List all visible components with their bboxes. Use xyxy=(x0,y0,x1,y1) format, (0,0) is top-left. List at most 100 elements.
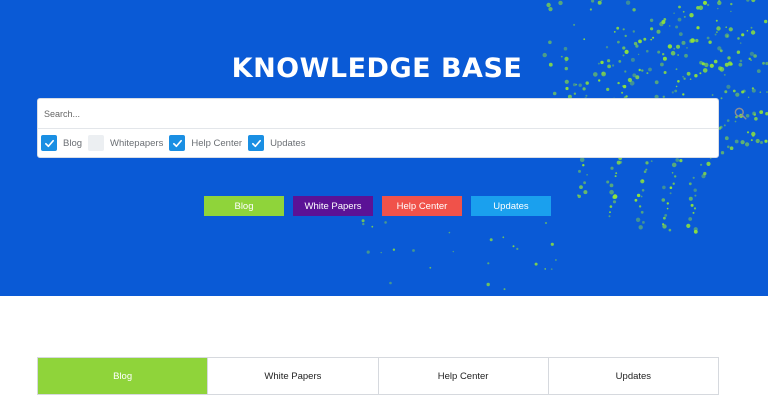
particle-dot xyxy=(563,46,568,51)
particle-dot xyxy=(674,175,677,178)
particle-dot xyxy=(756,69,761,73)
filter-whitepapers[interactable]: Whitepapers xyxy=(88,135,163,151)
particle-dot xyxy=(663,216,666,220)
particle-dot xyxy=(600,0,603,2)
particle-dot xyxy=(717,0,722,6)
particle-dot xyxy=(384,221,387,224)
particle-dot xyxy=(741,33,745,37)
search-icon[interactable] xyxy=(734,107,747,120)
particle-dot xyxy=(720,151,725,155)
particle-dot xyxy=(650,160,653,163)
checkbox-blog[interactable] xyxy=(41,135,57,151)
particle-dot xyxy=(634,198,638,202)
search-input[interactable] xyxy=(44,105,684,123)
updates-button[interactable]: Updates xyxy=(471,196,551,216)
particle-dot xyxy=(686,223,691,228)
particle-dot xyxy=(597,0,602,5)
particle-dot xyxy=(579,157,585,162)
particle-dot xyxy=(638,225,643,230)
particle-dot xyxy=(613,31,616,33)
tab-help-center[interactable]: Help Center xyxy=(378,358,549,394)
particle-dot xyxy=(662,185,666,190)
checkbox-whitepapers[interactable] xyxy=(88,135,105,151)
particle-dot xyxy=(719,49,723,53)
particle-dot xyxy=(690,203,694,207)
particle-dot xyxy=(675,85,678,88)
particle-dot xyxy=(696,26,700,30)
particle-dot xyxy=(585,94,588,97)
particle-dot xyxy=(392,248,396,251)
tab-white-papers[interactable]: White Papers xyxy=(208,358,379,394)
particle-dot xyxy=(548,40,552,45)
search-panel: Blog Whitepapers Help Center Updates xyxy=(37,98,747,158)
help-center-button[interactable]: Help Center xyxy=(382,196,462,216)
particle-dot xyxy=(716,31,718,33)
particle-dot xyxy=(706,36,710,40)
particle-dot xyxy=(645,168,648,171)
particle-dot xyxy=(760,141,763,144)
particle-dot xyxy=(555,259,557,261)
particle-dot xyxy=(649,18,654,22)
particle-dot xyxy=(609,189,614,195)
particle-dot xyxy=(724,90,728,94)
particle-dot xyxy=(612,200,617,204)
particle-dot xyxy=(610,166,614,170)
particle-dot xyxy=(578,83,582,87)
particle-dot xyxy=(695,38,699,43)
particle-dot xyxy=(694,194,697,197)
particle-dot xyxy=(724,136,729,141)
particle-dot xyxy=(625,0,631,5)
particle-dot xyxy=(688,182,692,186)
particle-dot xyxy=(730,10,732,13)
tab-blog[interactable]: Blog xyxy=(38,358,209,394)
particle-dot xyxy=(677,17,682,22)
particle-dot xyxy=(380,251,382,254)
particle-dot xyxy=(486,282,490,287)
filter-help-center[interactable]: Help Center xyxy=(169,135,242,151)
particle-dot xyxy=(762,61,765,65)
particle-dot xyxy=(729,146,734,150)
particle-dot xyxy=(666,207,669,210)
white-papers-button[interactable]: White Papers xyxy=(293,196,373,216)
particle-dot xyxy=(622,28,625,31)
particle-dot xyxy=(728,27,733,32)
particle-dot xyxy=(703,0,707,5)
particle-dot xyxy=(717,7,719,10)
particle-dot xyxy=(487,262,490,265)
filter-updates[interactable]: Updates xyxy=(248,135,305,151)
filter-blog[interactable]: Blog xyxy=(41,135,82,151)
particle-dot xyxy=(708,40,712,44)
particle-dot xyxy=(619,160,623,164)
particle-dot xyxy=(632,8,636,12)
checkbox-help-center[interactable] xyxy=(169,135,186,151)
particle-dot xyxy=(663,18,667,21)
particle-dot xyxy=(715,19,718,22)
particle-dot xyxy=(656,29,661,34)
particle-dot xyxy=(689,39,694,44)
particle-dot xyxy=(452,250,454,253)
particle-dot xyxy=(621,85,624,87)
particle-dot xyxy=(573,92,577,95)
particle-dot xyxy=(558,0,563,6)
particle-dot xyxy=(583,190,588,195)
particle-dot xyxy=(752,111,756,116)
particle-dot xyxy=(550,242,554,246)
particle-dot xyxy=(489,238,493,242)
checkbox-updates[interactable] xyxy=(248,135,265,151)
particle-dot xyxy=(640,210,644,214)
particle-dot xyxy=(544,268,546,270)
particle-dot xyxy=(688,196,693,201)
particle-dot xyxy=(750,30,756,35)
particle-dot xyxy=(667,44,673,49)
particle-dot xyxy=(737,37,740,40)
particle-dot xyxy=(645,161,649,165)
particle-dot xyxy=(591,0,595,3)
particle-dot xyxy=(636,193,641,198)
blog-button[interactable]: Blog xyxy=(204,196,284,216)
particle-dot xyxy=(689,13,694,18)
particle-dot xyxy=(621,91,624,94)
search-row xyxy=(38,99,747,129)
particle-dot xyxy=(638,205,642,208)
filter-label-updates: Updates xyxy=(270,137,306,149)
tab-updates[interactable]: Updates xyxy=(548,358,718,394)
